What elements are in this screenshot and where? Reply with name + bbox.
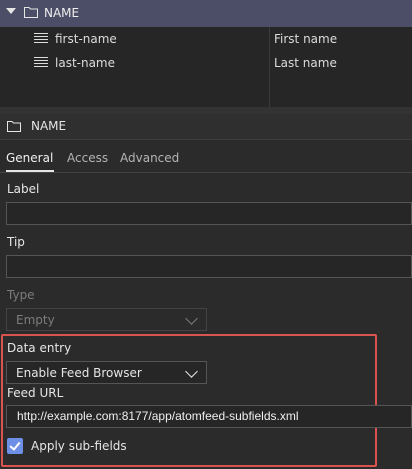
section-title: NAME	[31, 119, 67, 133]
tree-root-label: NAME	[44, 6, 80, 20]
feed-url-input[interactable]: http://example.com:8177/app/atomfeed-sub…	[6, 405, 412, 428]
data-entry-select-value: Enable Feed Browser	[16, 366, 142, 380]
type-caption: Type	[7, 288, 35, 302]
field-icon	[34, 56, 48, 71]
field-icon	[34, 32, 48, 47]
tip-input[interactable]	[6, 255, 412, 278]
type-select-value: Empty	[16, 313, 55, 327]
tip-caption: Tip	[7, 235, 25, 249]
tree-row-name: first-name	[55, 32, 117, 46]
label-caption: Label	[7, 182, 40, 196]
tree-row-label: First name	[274, 32, 338, 46]
chevron-down-icon	[185, 365, 198, 378]
tab-access[interactable]: Access	[67, 151, 108, 165]
checkmark-icon	[9, 439, 21, 451]
chevron-down-icon	[185, 312, 198, 325]
panel-splitter[interactable]	[0, 107, 412, 114]
label-input[interactable]	[6, 202, 412, 225]
data-entry-caption: Data entry	[7, 341, 72, 355]
apply-subfields-checkbox[interactable]	[7, 438, 23, 454]
feed-url-value: http://example.com:8177/app/atomfeed-sub…	[17, 409, 299, 423]
tab-general[interactable]: General	[6, 151, 53, 165]
tree-root-row[interactable]: NAME	[0, 0, 412, 27]
type-select[interactable]: Empty	[6, 308, 207, 331]
tree-row-label: Last name	[274, 56, 337, 70]
folder-icon	[7, 120, 21, 135]
apply-subfields-label[interactable]: Apply sub-fields	[31, 439, 127, 453]
feed-url-caption: Feed URL	[7, 386, 64, 400]
column-divider[interactable]	[269, 27, 270, 107]
expand-triangle-icon[interactable]	[6, 8, 16, 14]
data-entry-select[interactable]: Enable Feed Browser	[6, 361, 207, 384]
tab-divider	[0, 172, 412, 173]
section-header: NAME	[0, 114, 412, 140]
folder-icon	[24, 6, 38, 21]
tab-advanced[interactable]: Advanced	[120, 151, 179, 165]
tree-row-name: last-name	[55, 56, 116, 70]
